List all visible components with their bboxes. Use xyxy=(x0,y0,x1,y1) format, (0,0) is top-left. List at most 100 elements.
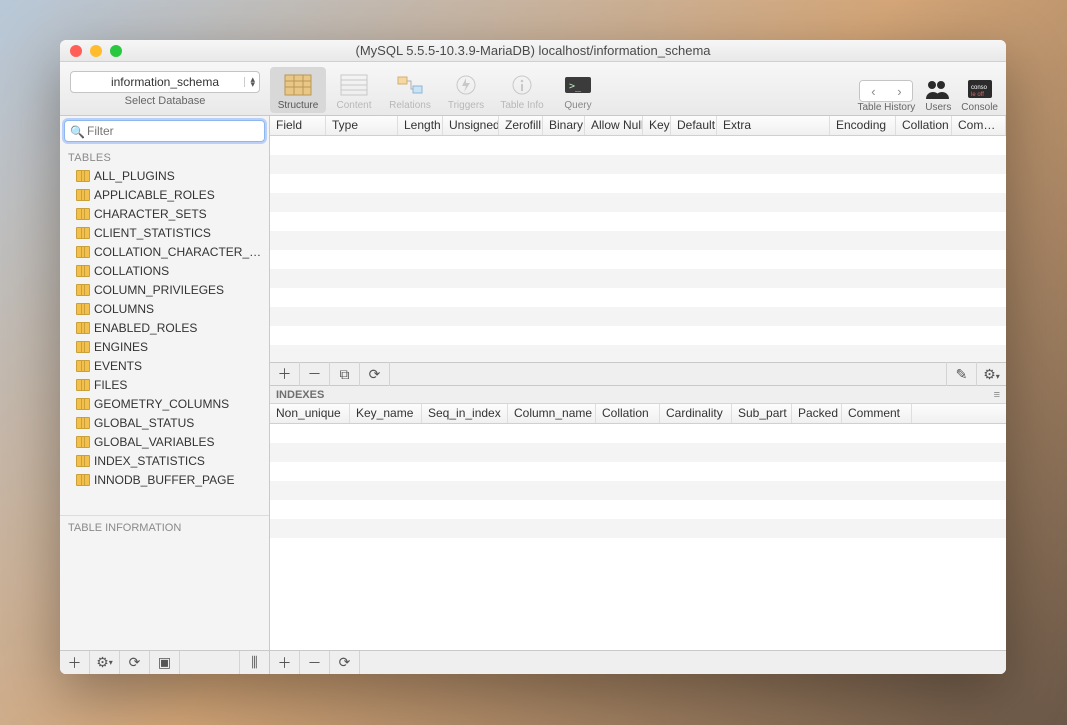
table-name: GLOBAL_VARIABLES xyxy=(94,435,215,449)
table-name: ALL_PLUGINS xyxy=(94,169,175,183)
tab-content[interactable]: Content xyxy=(326,67,382,113)
table-row xyxy=(270,136,1006,155)
console-button[interactable]: console off Console xyxy=(961,76,998,113)
history-back-button[interactable]: ‹ xyxy=(860,81,886,101)
column-header[interactable]: Field xyxy=(270,116,326,135)
table-row xyxy=(270,288,1006,307)
column-header[interactable]: Allow Null xyxy=(585,116,643,135)
table-icon xyxy=(76,379,90,391)
database-select[interactable]: information_schema ▴▾ xyxy=(70,71,260,93)
table-row[interactable]: COLLATION_CHARACTER_… xyxy=(62,242,267,261)
field-add-button[interactable]: ＋ xyxy=(270,362,300,386)
indexes-table-body xyxy=(270,424,1006,557)
column-header[interactable]: Length xyxy=(398,116,443,135)
column-header[interactable]: Default xyxy=(671,116,717,135)
table-icon xyxy=(76,360,90,372)
table-row xyxy=(270,174,1006,193)
close-icon[interactable] xyxy=(70,45,82,57)
table-row xyxy=(270,424,1006,443)
toggle-panel-button[interactable]: ▣ xyxy=(150,651,180,675)
edit-button[interactable]: ✎ xyxy=(946,362,976,386)
tab-structure[interactable]: Structure xyxy=(270,67,326,113)
svg-text:>_: >_ xyxy=(569,81,582,92)
fields-action-bar: ＋ － ⧉ ⟳ ✎ ⚙︎▾ xyxy=(270,362,1006,386)
column-header[interactable]: Encoding xyxy=(830,116,896,135)
sidebar-resize-handle[interactable]: ⫼ xyxy=(239,651,269,675)
column-header[interactable]: Com… xyxy=(952,116,1006,135)
table-row[interactable]: INDEX_STATISTICS xyxy=(62,451,267,470)
table-icon xyxy=(76,303,90,315)
table-row[interactable]: GLOBAL_VARIABLES xyxy=(62,432,267,451)
column-header[interactable]: Key_name xyxy=(350,404,422,423)
column-header[interactable]: Collation xyxy=(896,116,952,135)
column-header[interactable]: Cardinality xyxy=(660,404,732,423)
tables-list: ALL_PLUGINS APPLICABLE_ROLESCHARACTER_SET… xyxy=(60,166,269,515)
content-icon xyxy=(338,71,370,99)
table-row[interactable]: APPLICABLE_ROLES xyxy=(62,185,267,204)
column-header[interactable]: Non_unique xyxy=(270,404,350,423)
table-row[interactable]: COLUMNS xyxy=(62,299,267,318)
table-row[interactable]: GLOBAL_STATUS xyxy=(62,413,267,432)
table-row xyxy=(270,231,1006,250)
column-header[interactable]: Column_name xyxy=(508,404,596,423)
column-header[interactable]: Binary xyxy=(543,116,585,135)
app-window: (MySQL 5.5.5-10.3.9-MariaDB) localhost/i… xyxy=(60,40,1006,674)
column-header[interactable]: Comment xyxy=(842,404,912,423)
table-row[interactable]: INNODB_BUFFER_PAGE xyxy=(62,470,267,489)
zoom-icon[interactable] xyxy=(110,45,122,57)
column-header[interactable]: Type xyxy=(326,116,398,135)
field-duplicate-button[interactable]: ⧉ xyxy=(330,362,360,386)
indexes-menu-icon[interactable]: ≡ xyxy=(994,389,1000,401)
field-refresh-button[interactable]: ⟳ xyxy=(360,362,390,386)
table-name: EVENTS xyxy=(94,359,142,373)
tab-relations[interactable]: Relations xyxy=(382,67,438,113)
index-refresh-button[interactable]: ⟳ xyxy=(330,651,360,675)
filter-input[interactable] xyxy=(64,120,265,142)
table-row[interactable]: GEOMETRY_COLUMNS xyxy=(62,394,267,413)
table-row[interactable]: CHARACTER_SETS xyxy=(62,204,267,223)
column-header[interactable]: Unsigned xyxy=(443,116,499,135)
tab-triggers[interactable]: Triggers xyxy=(438,67,494,113)
table-icon xyxy=(76,189,90,201)
table-row[interactable]: ALL_PLUGINS xyxy=(62,166,267,185)
table-row[interactable]: CLIENT_STATISTICS xyxy=(62,223,267,242)
table-row[interactable]: FILES xyxy=(62,375,267,394)
history-forward-button[interactable]: › xyxy=(886,81,912,101)
gear-button[interactable]: ⚙︎▾ xyxy=(90,651,120,675)
table-icon xyxy=(76,341,90,353)
table-row[interactable]: ENABLED_ROLES xyxy=(62,318,267,337)
table-row[interactable]: EVENTS xyxy=(62,356,267,375)
index-add-button[interactable]: ＋ xyxy=(270,651,300,675)
column-header[interactable]: Collation xyxy=(596,404,660,423)
column-header[interactable]: Seq_in_index xyxy=(422,404,508,423)
database-select-value: information_schema xyxy=(111,75,219,89)
table-information-header: TABLE INFORMATION xyxy=(60,515,269,540)
fields-table-body xyxy=(270,136,1006,362)
column-header[interactable]: Sub_part xyxy=(732,404,792,423)
column-header[interactable]: Key xyxy=(643,116,671,135)
toolbar: information_schema ▴▾ Select Database St… xyxy=(60,62,1006,116)
table-row xyxy=(270,250,1006,269)
table-row xyxy=(270,193,1006,212)
tab-query[interactable]: >_ Query xyxy=(550,67,606,113)
table-row xyxy=(270,500,1006,519)
add-button[interactable]: ＋ xyxy=(60,651,90,675)
field-remove-button[interactable]: － xyxy=(300,362,330,386)
column-header[interactable]: Extra xyxy=(717,116,830,135)
refresh-button[interactable]: ⟳ xyxy=(120,651,150,675)
settings-button[interactable]: ⚙︎▾ xyxy=(976,362,1006,386)
table-row[interactable]: COLLATIONS xyxy=(62,261,267,280)
minimize-icon[interactable] xyxy=(90,45,102,57)
table-row[interactable]: COLUMN_PRIVILEGES xyxy=(62,280,267,299)
table-icon xyxy=(76,208,90,220)
table-name: CLIENT_STATISTICS xyxy=(94,226,211,240)
table-icon xyxy=(76,246,90,258)
sidebar-footer: ＋ ⚙︎▾ ⟳ ▣ ⫼ xyxy=(60,650,269,674)
column-header[interactable]: Zerofill xyxy=(499,116,543,135)
users-button[interactable]: Users xyxy=(923,76,953,113)
column-header[interactable]: Packed xyxy=(792,404,842,423)
table-row xyxy=(270,443,1006,462)
index-remove-button[interactable]: － xyxy=(300,651,330,675)
tab-table-info[interactable]: Table Info xyxy=(494,67,550,113)
table-row[interactable]: ENGINES xyxy=(62,337,267,356)
